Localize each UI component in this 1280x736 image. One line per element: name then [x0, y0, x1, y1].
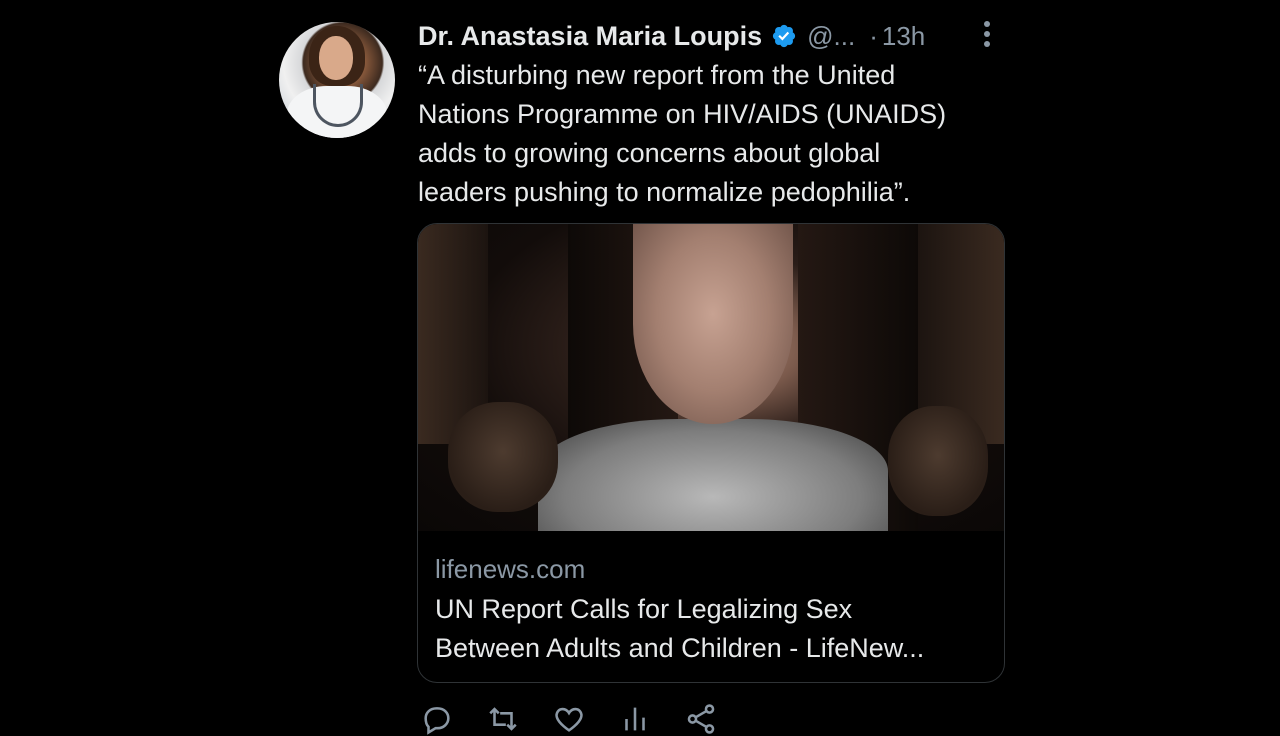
card-image [418, 224, 1004, 531]
card-image-shirt [538, 419, 888, 531]
tweet-header: Dr. Anastasia Maria Loupis @... · 13h [418, 16, 925, 56]
author-display-name[interactable]: Dr. Anastasia Maria Loupis [418, 21, 762, 52]
repost-icon [489, 707, 517, 731]
card-title[interactable]: UN Report Calls for Legalizing Sex Betwe… [435, 590, 995, 668]
share-button[interactable] [684, 702, 718, 736]
heart-icon [555, 707, 583, 732]
avatar-face [319, 36, 353, 80]
avatar[interactable] [279, 22, 395, 138]
author-handle[interactable]: @... [807, 21, 855, 52]
card-image-hand-left [448, 402, 558, 512]
reply-button[interactable] [420, 702, 460, 736]
tweet-timestamp[interactable]: 13h [882, 21, 925, 52]
more-dots-icon[interactable] [976, 18, 998, 50]
tweet-text: “A disturbing new report from the United… [418, 60, 947, 207]
card-image-face [633, 224, 793, 424]
header-separator: · [869, 20, 878, 51]
card-image-hand-right [888, 406, 988, 516]
views-icon [625, 707, 645, 731]
reply-icon [424, 707, 450, 735]
card-domain: lifenews.com [435, 554, 586, 584]
like-button[interactable] [552, 702, 592, 736]
tweet[interactable]: Dr. Anastasia Maria Loupis @... · 13h “A… [0, 0, 1280, 735]
link-preview-card[interactable]: lifenews.com UN Report Calls for Legaliz… [417, 223, 1005, 683]
tweet-actions [420, 702, 744, 736]
repost-button[interactable] [486, 702, 526, 736]
verified-badge-icon[interactable] [771, 23, 797, 49]
views-button[interactable] [618, 702, 658, 736]
share-icon [687, 704, 715, 734]
